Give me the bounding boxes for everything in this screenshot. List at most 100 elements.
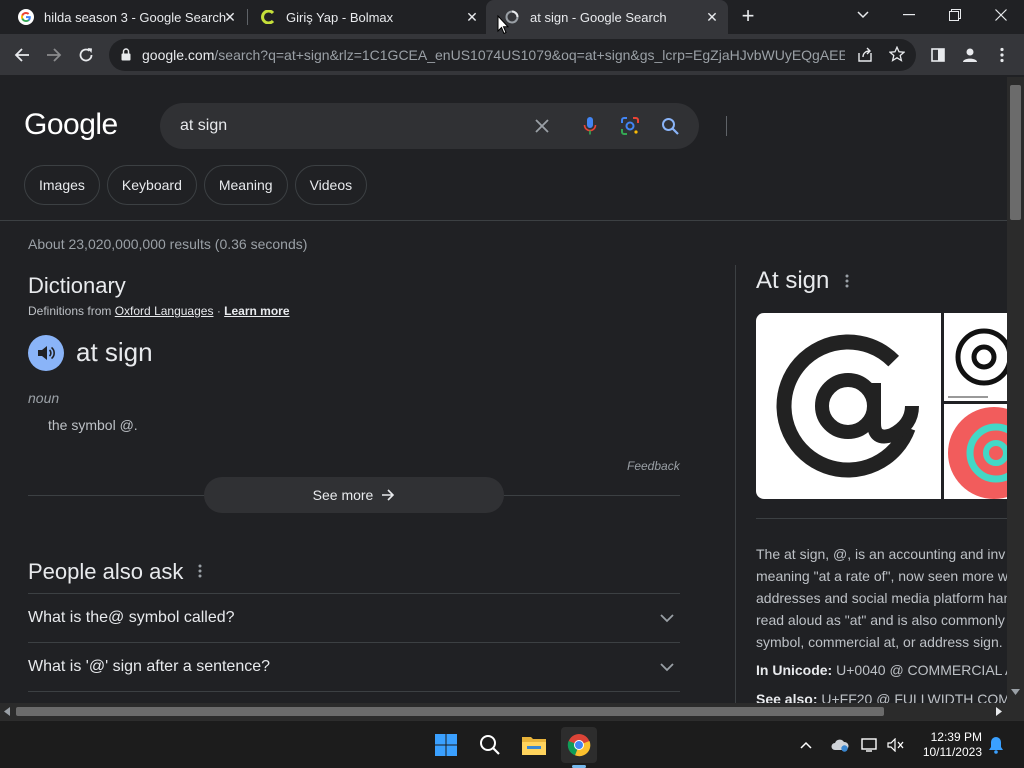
back-button[interactable] xyxy=(10,43,34,67)
at-sign-image-small[interactable] xyxy=(944,313,1007,401)
description-line: meaning "at a rate of", now seen more w xyxy=(756,568,1007,584)
vertical-scroll-thumb[interactable] xyxy=(1010,85,1021,220)
arrow-left-icon xyxy=(14,48,29,62)
screen: hilda season 3 - Google Search ✕ Giriş Y… xyxy=(0,0,1024,768)
share-icon[interactable] xyxy=(857,47,873,68)
speaker-icon xyxy=(38,346,55,360)
forward-button[interactable] xyxy=(42,43,66,67)
tab-search-button[interactable] xyxy=(840,0,886,30)
unicode-fact: In Unicode: U+0040 @ COMMERCIAL A xyxy=(756,662,1007,678)
minimize-icon xyxy=(903,14,915,16)
horizontal-scrollbar[interactable] xyxy=(0,703,1007,720)
horizontal-scroll-thumb[interactable] xyxy=(16,707,884,716)
clock-time: 12:39 PM xyxy=(930,730,982,744)
browser-menu-button[interactable] xyxy=(990,43,1014,67)
chip-images[interactable]: Images xyxy=(24,165,100,205)
mouse-cursor-icon xyxy=(497,14,510,35)
chip-keyboard[interactable]: Keyboard xyxy=(106,165,197,205)
paa-divider xyxy=(28,691,680,703)
chip-meaning[interactable]: Meaning xyxy=(203,165,288,205)
reload-button[interactable] xyxy=(74,43,98,67)
restore-button[interactable] xyxy=(932,0,978,30)
profile-button[interactable] xyxy=(958,43,982,67)
system-clock[interactable]: 12:39 PM 10/11/2023 xyxy=(912,730,982,760)
paa-question[interactable]: What is '@' sign after a sentence? xyxy=(28,642,680,691)
oxford-languages-link[interactable]: Oxford Languages xyxy=(115,304,214,318)
at-sign-image-colored[interactable] xyxy=(944,404,1007,499)
tab-hilda-search[interactable]: hilda season 3 - Google Search ✕ xyxy=(0,0,246,34)
chevron-down-icon xyxy=(660,613,674,622)
bookmark-star-icon[interactable] xyxy=(888,45,906,67)
source-prefix: Definitions from xyxy=(28,304,112,318)
close-tab-icon[interactable]: ✕ xyxy=(464,9,480,25)
reload-icon xyxy=(79,48,93,62)
google-lens-icon[interactable] xyxy=(618,114,642,138)
chevron-down-icon xyxy=(857,11,869,19)
description-line: addresses and social media platform han xyxy=(756,590,1007,606)
pronounce-button[interactable] xyxy=(28,335,64,371)
volume-muted-icon[interactable] xyxy=(886,735,906,755)
see-also-fact: See also: U+FF20 @ FULLWIDTH COM xyxy=(756,691,1007,703)
windows-taskbar: 12:39 PM 10/11/2023 xyxy=(0,720,1024,768)
knowledge-panel-title: At sign xyxy=(756,267,830,294)
scrollbar-corner xyxy=(1007,703,1024,720)
notification-bell-icon[interactable] xyxy=(986,735,1006,755)
paa-question[interactable]: What is the@ symbol called? xyxy=(28,593,680,642)
vertical-scrollbar[interactable] xyxy=(1007,77,1024,703)
file-explorer-icon[interactable] xyxy=(516,727,552,763)
chevron-down-icon xyxy=(660,662,674,671)
chrome-icon[interactable] xyxy=(561,727,597,763)
tab-bolmax[interactable]: Giriş Yap - Bolmax ✕ xyxy=(242,0,488,34)
bolmax-favicon-icon xyxy=(260,9,276,25)
description-line: read aloud as "at" and is also commonly xyxy=(756,612,1005,628)
profile-icon xyxy=(963,48,977,62)
at-sign-image-large[interactable] xyxy=(756,313,941,499)
display-icon[interactable] xyxy=(860,735,880,755)
learn-more-link[interactable]: Learn more xyxy=(224,304,289,318)
arrow-right-icon xyxy=(382,489,395,501)
dictionary-heading: Dictionary xyxy=(28,273,126,298)
browser-tab-strip: hilda season 3 - Google Search ✕ Giriş Y… xyxy=(0,0,1024,34)
scroll-right-arrow-icon[interactable] xyxy=(996,707,1002,716)
unicode-value: U+0040 @ COMMERCIAL A xyxy=(832,662,1007,678)
show-hidden-icons-chevron-up-icon[interactable] xyxy=(796,735,816,755)
source-separator: · xyxy=(216,304,221,318)
scroll-left-arrow-icon[interactable] xyxy=(4,707,10,716)
header-divider xyxy=(0,220,1007,221)
search-input[interactable] xyxy=(180,115,520,137)
knowledge-panel-hr xyxy=(756,518,1007,519)
more-options-icon[interactable] xyxy=(842,273,852,289)
tab-title: hilda season 3 - Google Search xyxy=(44,9,227,25)
description-line: The at sign, @, is an accounting and inv xyxy=(756,546,1006,562)
google-logo[interactable]: Google xyxy=(24,108,118,142)
filter-chips: Images Keyboard Meaning Videos xyxy=(24,165,368,205)
search-icon[interactable] xyxy=(472,727,508,763)
search-icon[interactable] xyxy=(658,114,682,138)
close-tab-icon[interactable]: ✕ xyxy=(704,9,720,25)
side-panel-button[interactable] xyxy=(926,43,950,67)
kebab-menu-icon xyxy=(1000,47,1004,63)
close-tab-icon[interactable]: ✕ xyxy=(222,9,238,25)
new-tab-button[interactable]: + xyxy=(737,5,759,28)
close-icon xyxy=(995,9,1007,21)
windows-start-icon[interactable] xyxy=(428,727,464,763)
definition-text: the symbol @. xyxy=(48,417,138,433)
tab-title: at sign - Google Search xyxy=(530,9,667,25)
more-options-icon[interactable] xyxy=(194,563,206,579)
tab-at-sign-search[interactable]: at sign - Google Search ✕ xyxy=(486,0,728,34)
scroll-down-arrow-icon[interactable] xyxy=(1011,689,1020,695)
part-of-speech: noun xyxy=(28,390,60,406)
search-box-divider xyxy=(726,116,727,136)
feedback-link[interactable]: Feedback xyxy=(627,459,680,473)
cloud-sync-icon[interactable] xyxy=(830,735,850,755)
chip-videos[interactable]: Videos xyxy=(294,165,368,205)
paa-question-text: What is the@ symbol called? xyxy=(28,609,235,626)
see-more-button[interactable]: See more xyxy=(204,477,504,513)
microphone-icon[interactable] xyxy=(578,114,602,138)
minimize-button[interactable] xyxy=(886,0,932,30)
see-also-value[interactable]: U+FF20 @ FULLWIDTH COM xyxy=(817,691,1007,703)
close-window-button[interactable] xyxy=(978,0,1024,30)
address-bar[interactable]: google.com/search?q=at+sign&rlz=1C1GCEA_… xyxy=(109,39,916,71)
clear-search-icon[interactable] xyxy=(530,114,554,138)
tab-title: Giriş Yap - Bolmax xyxy=(286,9,394,25)
